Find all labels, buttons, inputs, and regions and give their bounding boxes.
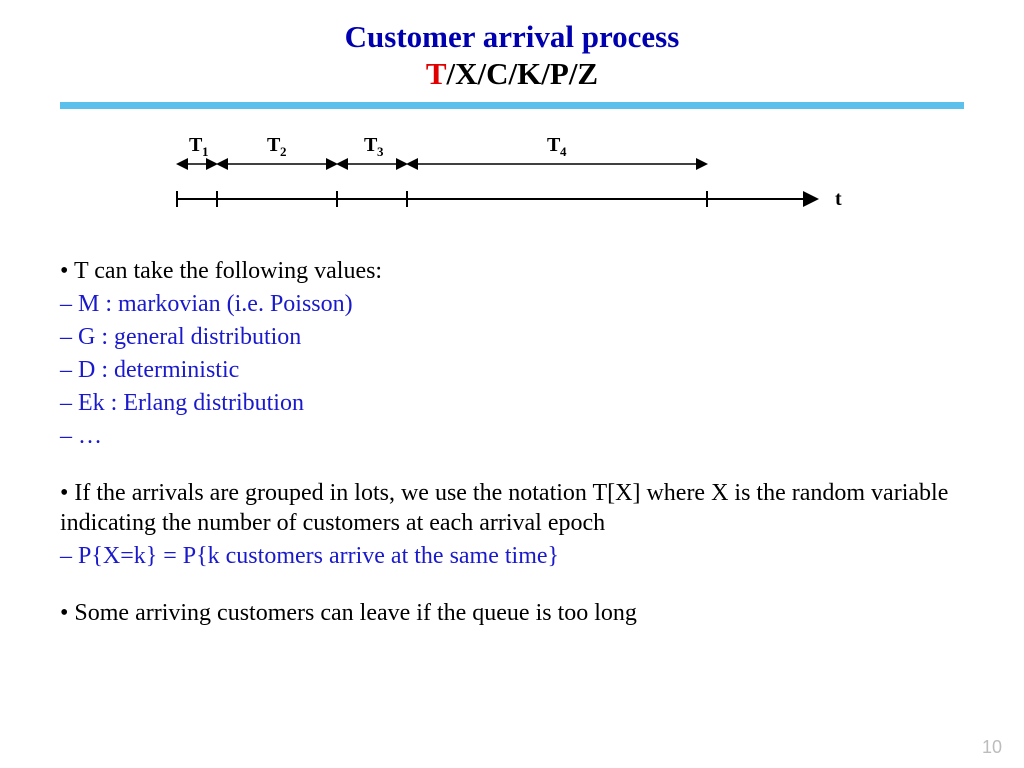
value-ek: – Ek : Erlang distribution <box>60 388 964 418</box>
value-m: – M : markovian (i.e. Poisson) <box>60 289 964 319</box>
axis-label: t <box>835 188 842 210</box>
svg-text:2: 2 <box>280 144 287 159</box>
value-ellipsis: – … <box>60 421 964 451</box>
interval-label-2: T2 <box>267 134 287 159</box>
interarrival-diagram: t T1 T2 T3 T4 <box>167 129 857 226</box>
interval-label-4: T4 <box>547 134 567 159</box>
title-block: Customer arrival process T/X/C/K/P/Z <box>60 18 964 92</box>
svg-text:T: T <box>364 134 378 156</box>
svg-text:T: T <box>547 134 561 156</box>
svg-text:1: 1 <box>202 144 209 159</box>
bullet-balking: • Some arriving customers can leave if t… <box>60 598 964 628</box>
interval-label-3: T3 <box>364 134 384 159</box>
notation-t: T <box>426 56 447 91</box>
value-d: – D : deterministic <box>60 355 964 385</box>
svg-text:T: T <box>267 134 281 156</box>
value-g: – G : general distribution <box>60 322 964 352</box>
svg-text:4: 4 <box>560 144 567 159</box>
svg-text:T: T <box>189 134 203 156</box>
kendall-notation: T/X/C/K/P/Z <box>60 55 964 92</box>
svg-text:3: 3 <box>377 144 384 159</box>
notation-rest: /X/C/K/P/Z <box>447 56 599 91</box>
bullet-t-values: • T can take the following values: <box>60 256 964 286</box>
slide: Customer arrival process T/X/C/K/P/Z t <box>0 0 1024 628</box>
divider <box>60 102 964 109</box>
content-body: • T can take the following values: – M :… <box>60 256 964 628</box>
bullet-batch-arrivals: • If the arrivals are grouped in lots, w… <box>60 478 964 538</box>
batch-probability: – P{X=k} = P{k customers arrive at the s… <box>60 541 964 571</box>
page-number: 10 <box>982 737 1002 758</box>
page-title: Customer arrival process <box>60 18 964 55</box>
interval-label-1: T1 <box>189 134 209 159</box>
